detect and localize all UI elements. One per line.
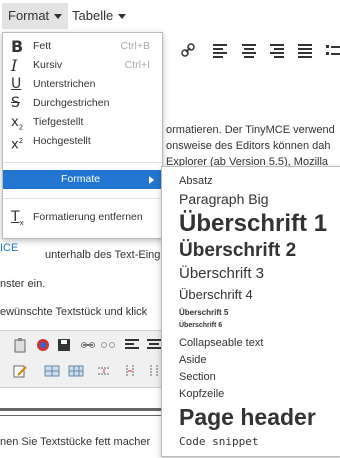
menu-item-subscript[interactable]: x2 Tiefgestellt: [3, 113, 162, 132]
menu-item-italic[interactable]: I Kursiv Ctrl+I: [3, 56, 162, 75]
table-menu[interactable]: Tabelle: [66, 3, 132, 29]
table-cells-icon[interactable]: [68, 363, 84, 379]
table-icon[interactable]: [44, 363, 60, 379]
format-heading-1[interactable]: Überschrift 1: [179, 210, 327, 238]
clear-formatting-icon: Tx: [11, 209, 24, 227]
format-menu[interactable]: Format: [2, 3, 69, 29]
content-text: ormatieren. Der TinyMCE verwend: [166, 124, 335, 136]
align-center-icon[interactable]: [146, 337, 162, 353]
formats-submenu: Absatz Paragraph Big Überschrift 1 Übers…: [161, 166, 340, 457]
list-icon[interactable]: [325, 42, 340, 58]
save-icon[interactable]: [56, 337, 72, 353]
content-text: ewünschte Textstück und klick: [0, 306, 148, 318]
format-heading-5[interactable]: Überschrift 5: [179, 308, 228, 317]
menu-item-label: Tiefgestellt: [33, 116, 84, 128]
strikethrough-icon: S: [11, 95, 20, 111]
format-heading-4[interactable]: Überschrift 4: [179, 287, 253, 302]
menubar: Format Tabelle: [0, 0, 340, 32]
menu-item-label: Formate: [61, 173, 101, 185]
menu-item-label: Unterstrichen: [33, 78, 96, 90]
menu-item-label: Formatierung entfernen: [33, 211, 143, 223]
format-code-snippet[interactable]: Code snippet: [179, 435, 258, 448]
menu-item-label: Hochgestellt: [33, 135, 91, 147]
format-heading-2[interactable]: Überschrift 2: [179, 240, 296, 262]
paste-icon[interactable]: [12, 337, 28, 353]
insert-column-icon[interactable]: [122, 363, 138, 379]
format-page-header[interactable]: Page header: [179, 404, 316, 431]
format-dropdown: B Fett Ctrl+B I Kursiv Ctrl+I U Unterstr…: [2, 32, 163, 239]
menu-item-clear-formatting[interactable]: Tx Formatierung entfernen: [3, 208, 162, 227]
unlink-icon[interactable]: [100, 337, 116, 353]
color-icon[interactable]: [35, 337, 51, 353]
caret-down-icon: [118, 14, 127, 20]
menu-separator: [3, 162, 162, 163]
menu-item-underline[interactable]: U Unterstrichen: [3, 75, 162, 94]
link-icon[interactable]: [180, 42, 196, 58]
link-icon[interactable]: [80, 337, 96, 353]
shortcut-label: Ctrl+I: [124, 59, 150, 71]
menu-item-label: Durchgestrichen: [33, 97, 110, 109]
caret-down-icon: [54, 14, 63, 20]
content-text: onsweise des Editors können dah: [166, 140, 331, 152]
content-text: unterhalb des Text-Eing: [45, 249, 161, 261]
shortcut-label: Ctrl+B: [120, 40, 150, 52]
delete-column-icon[interactable]: [146, 363, 162, 379]
format-paragraph-big[interactable]: Paragraph Big: [179, 191, 269, 207]
divider: [0, 408, 165, 411]
menu-item-label: Kursiv: [33, 59, 63, 71]
underline-icon: U: [11, 76, 22, 92]
menu-item-bold[interactable]: B Fett Ctrl+B: [3, 37, 162, 56]
bold-icon: B: [11, 37, 24, 56]
align-justify-icon[interactable]: [297, 42, 313, 58]
format-heading-6[interactable]: Überschrift 6: [179, 322, 222, 329]
subscript-icon: x2: [11, 115, 24, 132]
format-aside[interactable]: Aside: [179, 354, 207, 366]
menu-separator: [3, 198, 162, 199]
editor-toolbar: [0, 330, 165, 388]
format-section[interactable]: Section: [179, 371, 216, 383]
align-center-icon[interactable]: [241, 42, 257, 58]
content-text: nen Sie Textstücke fett macher: [0, 436, 151, 448]
format-collapseable-text[interactable]: Collapseable text: [179, 337, 263, 349]
insert-row-icon[interactable]: [96, 363, 112, 379]
content-text: nster ein.: [0, 278, 46, 290]
superscript-icon: x2: [11, 137, 24, 153]
edit-icon[interactable]: [12, 363, 28, 379]
menu-item-formats[interactable]: Formate: [3, 170, 162, 189]
italic-icon: I: [11, 56, 18, 75]
menu-item-strikethrough[interactable]: S Durchgestrichen: [3, 94, 162, 113]
tinymce-link[interactable]: ICE: [0, 242, 18, 254]
format-absatz[interactable]: Absatz: [179, 175, 213, 187]
format-heading-3[interactable]: Überschrift 3: [179, 265, 264, 282]
align-left-icon[interactable]: [124, 337, 140, 353]
divider: [0, 415, 165, 416]
format-header[interactable]: Kopfzeile: [179, 388, 224, 400]
chevron-right-icon: [149, 176, 154, 184]
align-left-icon[interactable]: [212, 42, 228, 58]
format-menu-label: Format: [8, 8, 50, 23]
align-right-icon[interactable]: [269, 42, 285, 58]
table-menu-label: Tabelle: [72, 8, 114, 23]
menu-item-label: Fett: [33, 40, 52, 52]
menu-item-superscript[interactable]: x2 Hochgestellt: [3, 132, 162, 153]
